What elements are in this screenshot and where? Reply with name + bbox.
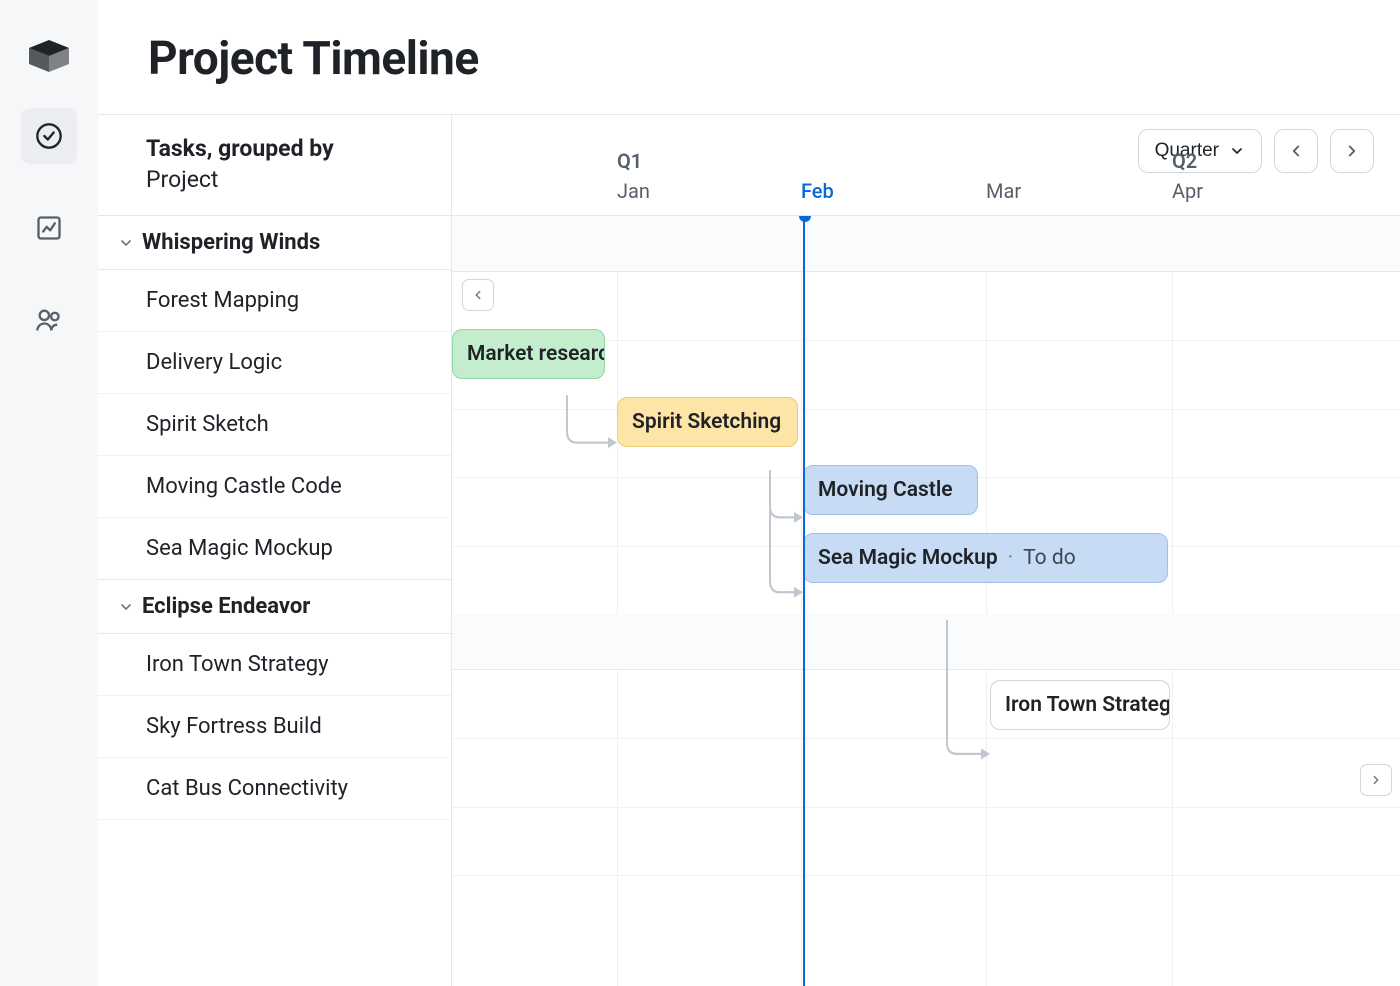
chevron-down-icon [118,599,134,615]
task-row[interactable]: Forest Mapping [98,270,451,332]
gantt-bar[interactable]: Iron Town Strategy [990,680,1170,730]
row-divider [452,409,1400,410]
today-indicator [803,216,805,986]
task-row[interactable]: Moving Castle Code [98,456,451,518]
gantt-bar[interactable]: Market research [452,329,605,379]
gantt-bar[interactable]: Moving Castle [803,465,978,515]
project-group-name: Eclipse Endeavor [142,594,310,619]
task-row[interactable]: Spirit Sketch [98,394,451,456]
task-list-header: Tasks, grouped by Project [98,115,452,215]
month-label: Feb [801,179,834,203]
month-gridline [1172,216,1173,986]
task-list-column: Whispering Winds Forest MappingDelivery L… [98,216,452,986]
month-label: Jan [617,179,650,203]
nav-rail [0,0,98,986]
project-group-header[interactable]: Eclipse Endeavor [98,580,451,634]
title-bar: Project Timeline [98,0,1400,115]
month-gridline [986,216,987,986]
gantt-column[interactable]: Market research Spirit Sketching Moving Ca… [452,216,1400,986]
quarter-label: Q1 [617,149,642,173]
task-row[interactable]: Sky Fortress Build [98,696,451,758]
dependency-connector [770,470,795,592]
nav-reports-icon[interactable] [21,200,77,256]
project-group-name: Whispering Winds [142,230,320,255]
month-gridline [617,216,618,986]
scroll-left-button[interactable] [462,279,494,311]
group-by-label-1: Tasks, grouped by [146,135,421,162]
page-title: Project Timeline [148,32,1350,86]
gantt-bar[interactable]: Spirit Sketching [617,397,798,447]
app-logo [29,40,69,72]
task-row[interactable]: Iron Town Strategy [98,634,451,696]
axis-header: Quarter Q1Q2 JanFebMarApr [452,115,1400,215]
row-divider [452,807,1400,808]
timeline-body: Whispering Winds Forest MappingDelivery L… [98,216,1400,986]
dependency-arrowhead [608,437,617,448]
month-label: Mar [986,179,1021,203]
gantt-bar-status: To do [1008,546,1076,570]
row-divider [452,875,1400,876]
gantt-bar-label: Sea Magic Mockup [818,546,998,570]
chevron-down-icon [118,235,134,251]
group-band [452,216,1400,272]
task-row[interactable]: Cat Bus Connectivity [98,758,451,820]
nav-people-icon[interactable] [21,292,77,348]
row-divider [452,738,1400,739]
chevron-left-icon [471,288,485,302]
timeline-header: Tasks, grouped by Project Quarter Q [98,115,1400,216]
group-band [452,614,1400,670]
gantt-bar-label: Spirit Sketching [632,410,781,434]
gantt-bar-label: Iron Town Strategy [1005,693,1170,717]
task-row[interactable]: Sea Magic Mockup [98,518,451,580]
main-panel: Project Timeline Tasks, grouped by Proje… [98,0,1400,986]
gantt-bar-label: Moving Castle [818,478,953,502]
project-group-header[interactable]: Whispering Winds [98,216,451,270]
month-label: Apr [1172,179,1203,203]
month-gridline [801,216,802,986]
quarter-label: Q2 [1172,149,1197,173]
scroll-right-button[interactable] [1360,764,1392,796]
task-row[interactable]: Delivery Logic [98,332,451,394]
nav-tasks-icon[interactable] [21,108,77,164]
dependency-connector [567,395,609,442]
gantt-bar[interactable]: Sea Magic Mockup To do [803,533,1168,583]
chevron-right-icon [1369,773,1383,787]
group-by-label-2: Project [146,166,421,193]
gantt-bar-label: Market research [467,342,605,366]
